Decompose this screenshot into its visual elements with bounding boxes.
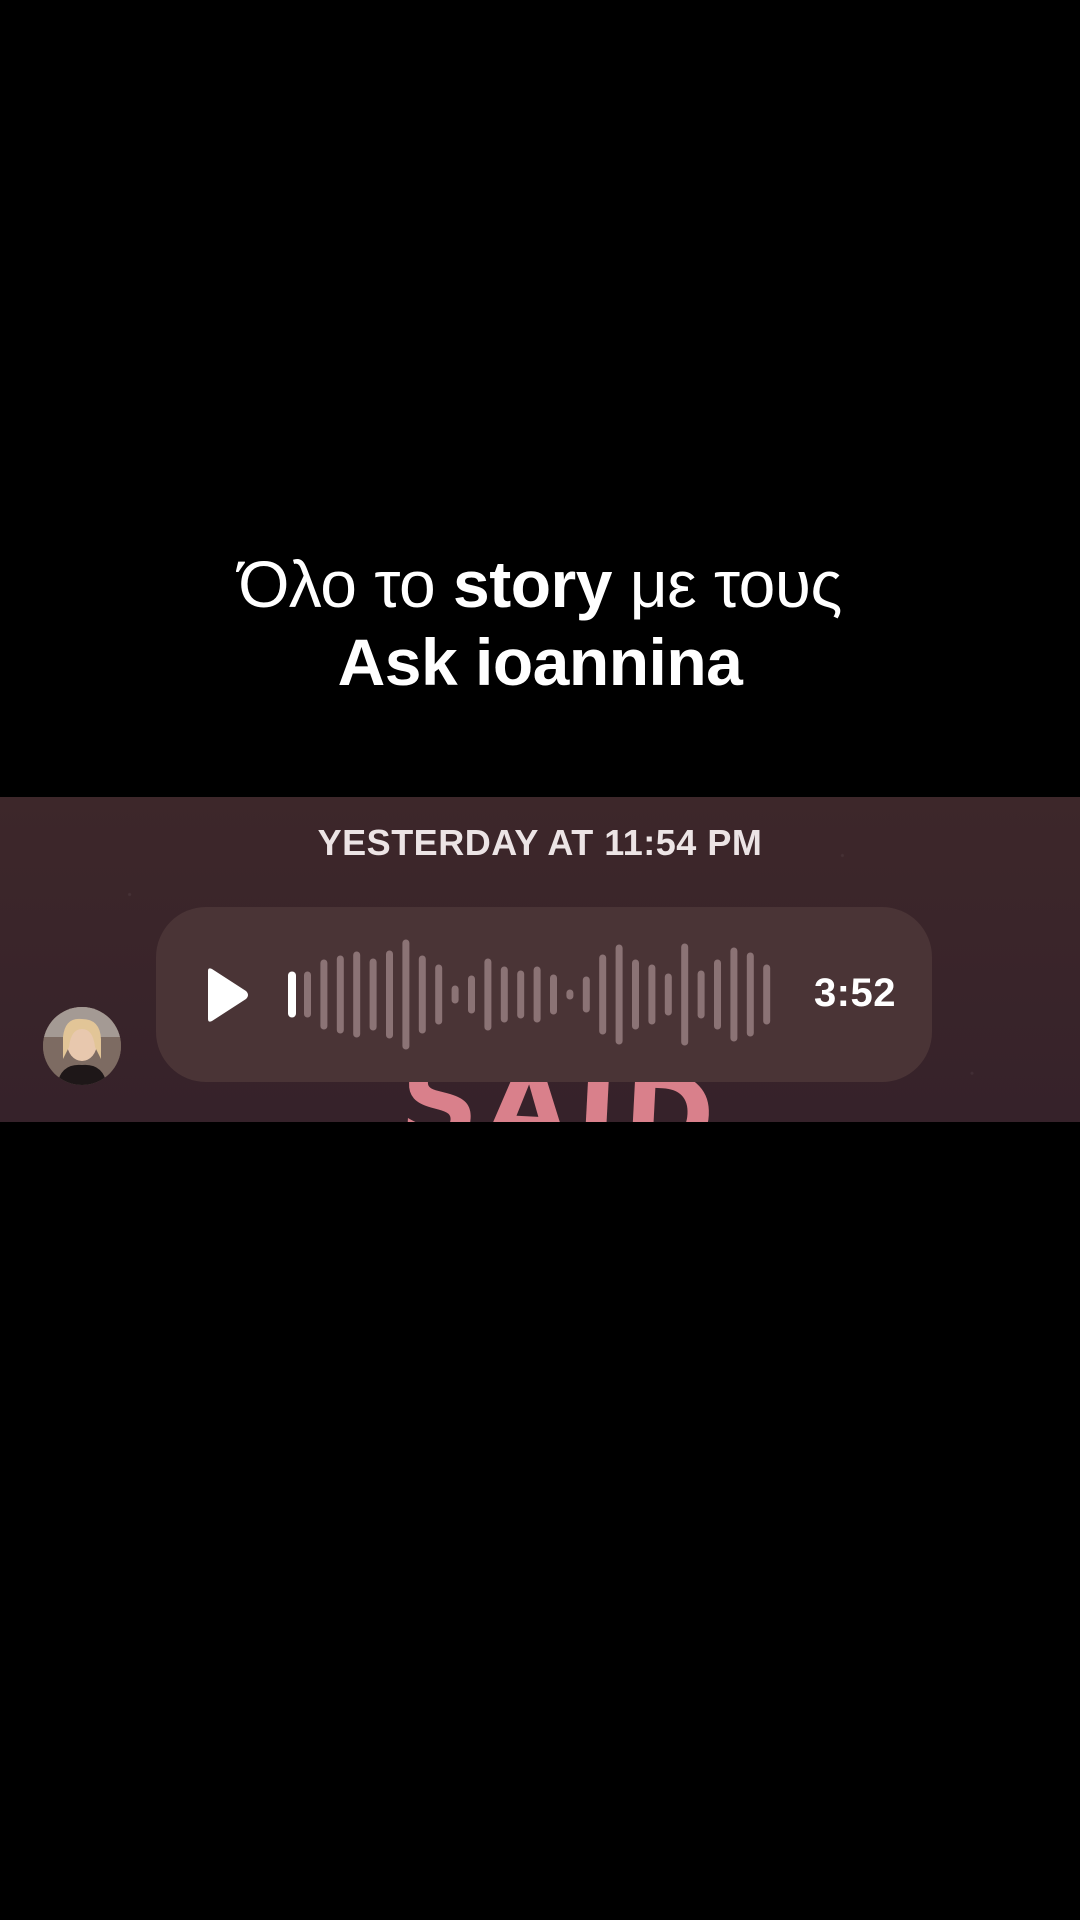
waveform-bar (484, 958, 492, 1031)
chat-screenshot: SAID YESTERDAY AT 11:54 PM 3:52 (0, 797, 1080, 1122)
page: Όλο το story με τους Ask ioannina SAID Y… (0, 0, 1080, 1920)
waveform-bar (550, 974, 557, 1015)
waveform-bar (435, 964, 443, 1025)
waveform-bar (566, 989, 574, 1000)
waveform-bar (369, 958, 377, 1031)
waveform-bar (632, 959, 639, 1030)
waveform-bar (599, 954, 607, 1035)
waveform-bar (418, 955, 426, 1034)
caption: Όλο το story με τους Ask ioannina (0, 545, 1080, 701)
waveform-bar (320, 959, 328, 1030)
caption-text-bold: story (453, 547, 612, 621)
play-icon (208, 968, 248, 1022)
caption-line-1: Όλο το story με τους (0, 545, 1080, 623)
waveform-bar (500, 966, 508, 1023)
waveform-bar (664, 973, 672, 1016)
caption-text-2: με τους (611, 547, 843, 621)
caption-text-1: Όλο το (238, 547, 454, 621)
waveform-bar (386, 950, 393, 1039)
play-button[interactable] (202, 967, 252, 1023)
progress-cursor[interactable] (288, 971, 296, 1018)
waveform-bar (533, 966, 541, 1023)
waveform[interactable] (288, 937, 778, 1052)
waveform-bar (648, 964, 656, 1025)
voice-duration: 3:52 (813, 971, 896, 1015)
waveform-bar (468, 975, 475, 1014)
waveform-bar (304, 971, 311, 1018)
avatar-image (43, 1007, 121, 1085)
waveform-bar (746, 952, 754, 1037)
waveform-bar (451, 985, 459, 1004)
waveform-bar (763, 964, 771, 1025)
waveform-bar (353, 951, 361, 1038)
voice-message-bubble[interactable]: 3:52 (156, 907, 932, 1082)
waveform-bar (336, 955, 344, 1034)
caption-line-2: Ask ioannina (337, 625, 743, 699)
waveform-bar (730, 947, 738, 1042)
message-timestamp: YESTERDAY AT 11:54 PM (317, 822, 763, 863)
waveform-bar (402, 939, 410, 1050)
waveform-bar (582, 976, 590, 1013)
waveform-bar (697, 970, 705, 1019)
waveform-bar (517, 970, 525, 1019)
waveform-bar (681, 943, 689, 1046)
waveform-bar (714, 959, 721, 1030)
avatar[interactable] (43, 1007, 121, 1085)
waveform-bar (615, 944, 623, 1045)
